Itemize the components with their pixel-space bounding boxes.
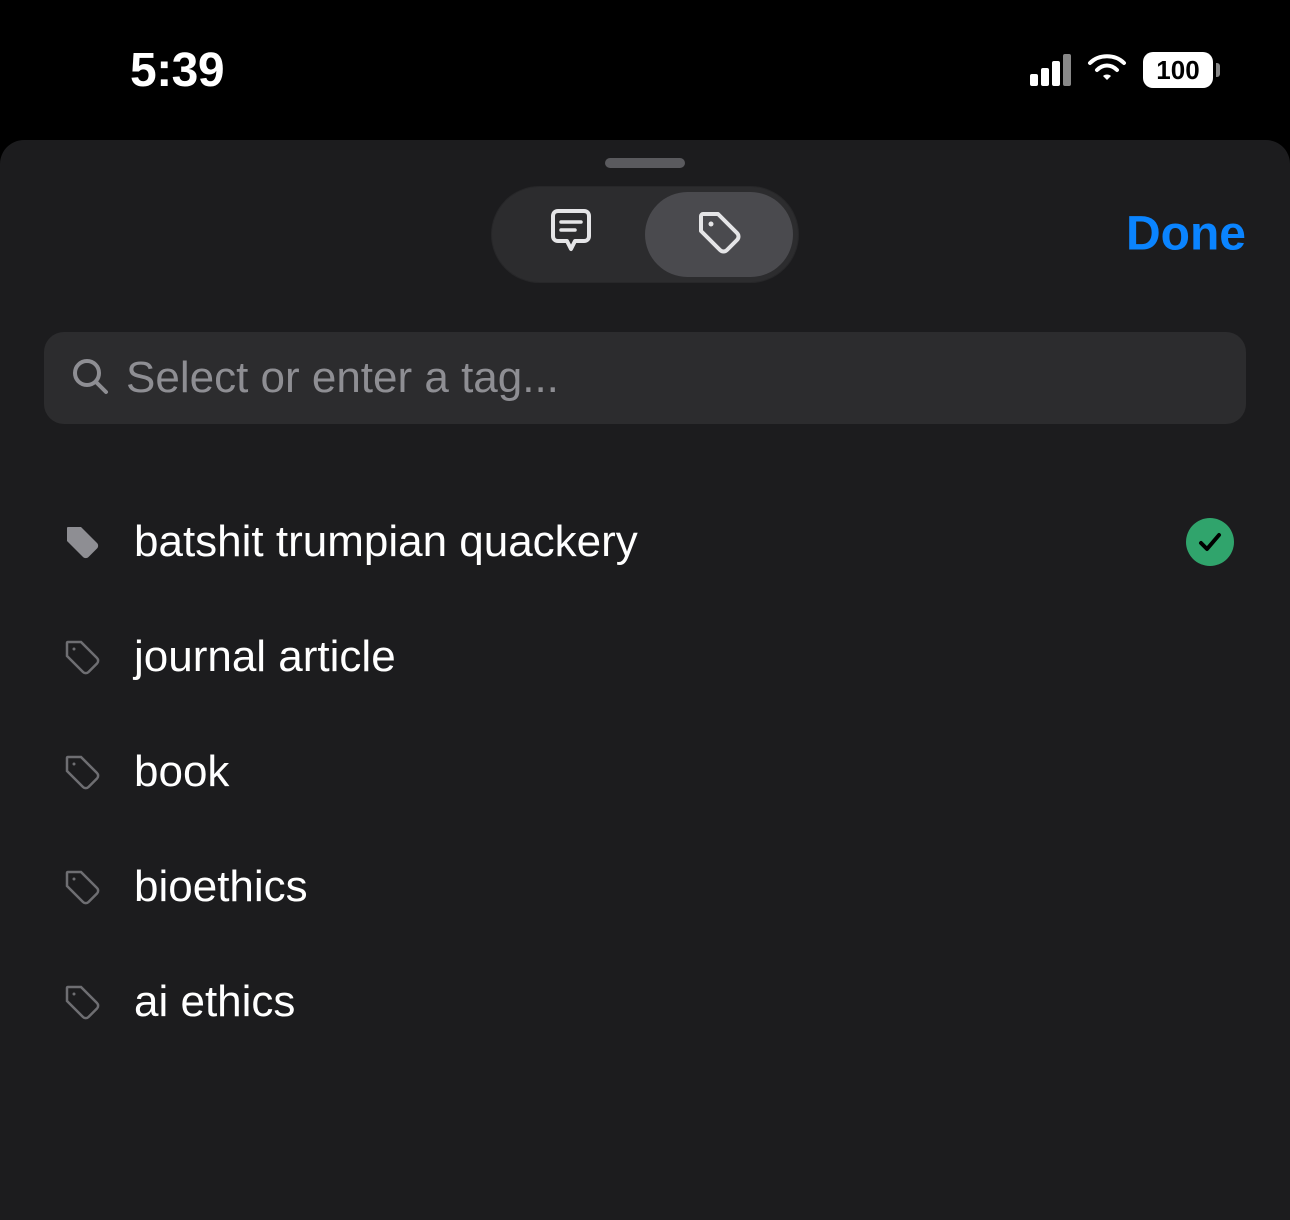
segment-tags[interactable] — [645, 192, 793, 277]
sheet-grabber[interactable] — [605, 158, 685, 168]
tag-search-input[interactable] — [126, 353, 1220, 403]
tag-label: book — [134, 747, 1154, 797]
tag-icon — [62, 752, 102, 792]
battery-level: 100 — [1143, 52, 1213, 88]
wifi-icon — [1085, 52, 1129, 89]
status-bar: 5:39 100 — [0, 0, 1290, 140]
tag-icon — [62, 982, 102, 1022]
tag-icon — [62, 867, 102, 907]
sheet-header: Done — [0, 184, 1290, 284]
tag-row[interactable]: bioethics — [44, 829, 1246, 944]
search-icon — [70, 356, 110, 401]
tag-label: batshit trumpian quackery — [134, 517, 1154, 567]
done-button[interactable]: Done — [1126, 207, 1246, 262]
tag-icon — [62, 522, 102, 562]
tag-label: bioethics — [134, 862, 1154, 912]
tag-label: journal article — [134, 632, 1154, 682]
tag-icon — [62, 637, 102, 677]
segment-notes[interactable] — [497, 192, 645, 277]
battery-indicator: 100 — [1143, 52, 1220, 88]
tag-icon — [693, 206, 745, 263]
tag-picker-sheet: Done batshit trumpian quackery — [0, 140, 1290, 1220]
tag-list: batshit trumpian quackery journal articl… — [0, 484, 1290, 1059]
tag-label: ai ethics — [134, 977, 1154, 1027]
segmented-control — [492, 187, 798, 282]
tag-row[interactable]: book — [44, 714, 1246, 829]
tag-search-field[interactable] — [44, 332, 1246, 424]
status-indicators: 100 — [1030, 52, 1220, 89]
tag-row[interactable]: batshit trumpian quackery — [44, 484, 1246, 599]
status-time: 5:39 — [130, 43, 224, 98]
tag-row[interactable]: ai ethics — [44, 944, 1246, 1059]
tag-row[interactable]: journal article — [44, 599, 1246, 714]
chat-bubble-icon — [545, 206, 597, 263]
cellular-signal-icon — [1030, 54, 1071, 86]
checkmark-icon — [1186, 518, 1234, 566]
